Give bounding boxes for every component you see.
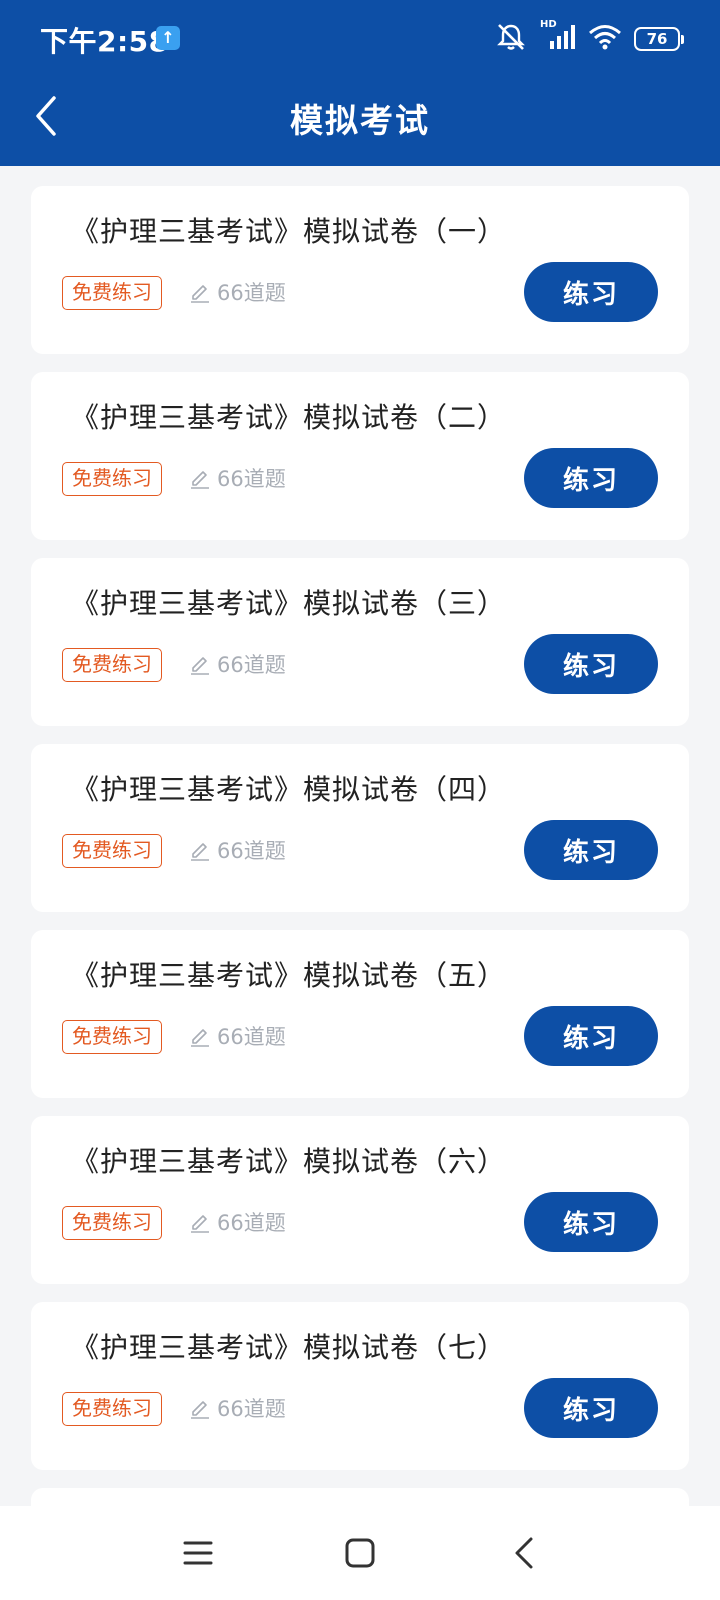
practice-button[interactable]: 练习 [524,820,658,880]
question-count: 66道题 [189,460,286,496]
pencil-icon [191,657,209,675]
menu-icon [183,1541,213,1565]
exam-card: 《护理三基考试》模拟试卷（六） 免费练习 66道题 练习 [31,1116,689,1284]
question-count-text: 66道题 [217,1025,286,1049]
question-count: 66道题 [189,1390,286,1426]
free-practice-tag: 免费练习 [62,1392,162,1426]
nav-bar: 模拟考试 [0,80,720,166]
back-icon [515,1537,533,1569]
free-practice-tag: 免费练习 [62,1020,162,1054]
question-count: 66道题 [189,646,286,682]
question-count-text: 66道题 [217,467,286,491]
status-time: 下午2:58 [40,25,169,58]
practice-button[interactable]: 练习 [524,1192,658,1252]
system-back-button[interactable] [499,1528,549,1578]
exam-card: 《护理三基考试》模拟试卷（五） 免费练习 66道题 练习 [31,930,689,1098]
free-practice-tag: 免费练习 [62,648,162,682]
question-count: 66道题 [189,832,286,868]
system-nav-bar [0,1506,720,1600]
free-practice-tag: 免费练习 [62,1206,162,1240]
question-count-text: 66道题 [217,1211,286,1235]
page-title: 模拟考试 [290,101,430,140]
exam-card: 《护理三基考试》模拟试卷（三） 免费练习 66道题 练习 [31,558,689,726]
exam-title: 《护理三基考试》模拟试卷（五） [71,959,507,992]
exam-title: 《护理三基考试》模拟试卷（一） [71,215,507,248]
question-count-text: 66道题 [217,839,286,863]
app-header: 下午2:58 ↑ HD 76 模拟考试 [0,0,720,166]
pencil-icon [191,285,209,303]
practice-button[interactable]: 练习 [524,262,658,322]
question-count-text: 66道题 [217,1397,286,1421]
exam-title: 《护理三基考试》模拟试卷（四） [71,773,507,806]
question-count-text: 66道题 [217,281,286,305]
exam-card: 《护理三基考试》模拟试卷（四） 免费练习 66道题 练习 [31,744,689,912]
mute-bell-icon [494,22,528,56]
upload-icon: ↑ [156,26,180,50]
exam-card: 《护理三基考试》模拟试卷（七） 免费练习 66道题 练习 [31,1302,689,1470]
signal-icon: HD [540,19,576,55]
home-icon [345,1538,375,1568]
exam-card: 《护理三基考试》模拟试卷（二） 免费练习 66道题 练习 [31,372,689,540]
practice-button[interactable]: 练习 [524,1006,658,1066]
question-count: 66道题 [189,274,286,310]
question-count-text: 66道题 [217,653,286,677]
wifi-icon [588,23,622,55]
question-count: 66道题 [189,1018,286,1054]
free-practice-tag: 免费练习 [62,462,162,496]
exam-title: 《护理三基考试》模拟试卷（七） [71,1331,507,1364]
pencil-icon [191,843,209,861]
free-practice-tag: 免费练习 [62,276,162,310]
question-count: 66道题 [189,1204,286,1240]
pencil-icon [191,1401,209,1419]
status-icons: HD 76 [494,19,684,56]
pencil-icon [191,471,209,489]
exam-title: 《护理三基考试》模拟试卷（六） [71,1145,507,1178]
exam-list: 《护理三基考试》模拟试卷（一） 免费练习 66道题 练习 《护理三基考试》模拟试… [31,186,689,1518]
exam-card: 《护理三基考试》模拟试卷（一） 免费练习 66道题 练习 [31,186,689,354]
status-bar: 下午2:58 ↑ HD 76 [0,0,720,80]
menu-button[interactable] [173,1528,223,1578]
free-practice-tag: 免费练习 [62,834,162,868]
pencil-icon [191,1215,209,1233]
battery-icon: 76 [634,27,684,51]
exam-title: 《护理三基考试》模拟试卷（二） [71,401,507,434]
home-button[interactable] [335,1528,385,1578]
practice-button[interactable]: 练习 [524,448,658,508]
exam-title: 《护理三基考试》模拟试卷（三） [71,587,507,620]
network-label: HD [540,19,557,30]
practice-button[interactable]: 练习 [524,1378,658,1438]
pencil-icon [191,1029,209,1047]
practice-button[interactable]: 练习 [524,634,658,694]
